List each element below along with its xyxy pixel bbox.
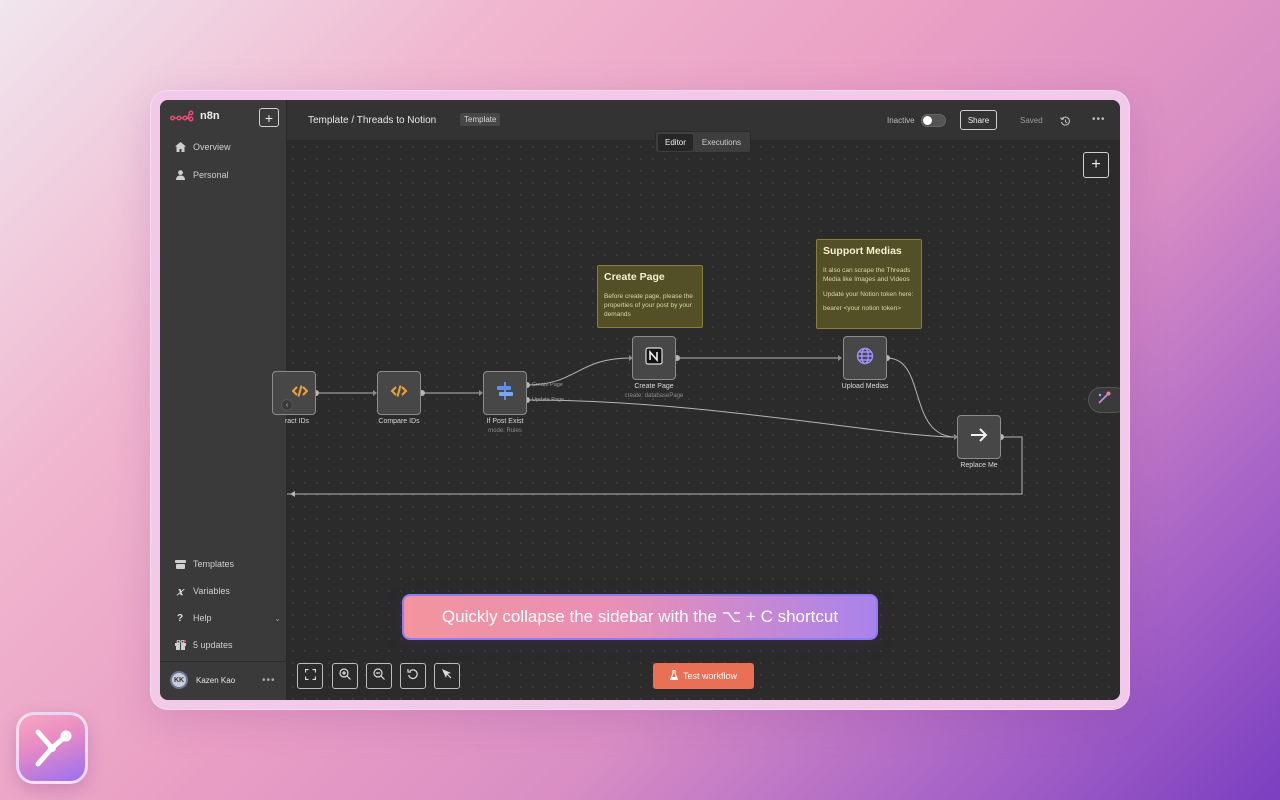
logo[interactable]: n8n xyxy=(170,110,220,122)
node-label: Compare IDs xyxy=(378,418,420,425)
add-node-button[interactable]: + xyxy=(1083,152,1109,178)
fit-view-icon xyxy=(304,667,316,685)
history-icon[interactable] xyxy=(1060,114,1071,132)
sidebar-item-templates[interactable]: Templates xyxy=(174,557,234,571)
connection-line xyxy=(526,357,632,386)
status-label: Inactive xyxy=(887,116,915,125)
gift-icon xyxy=(174,639,186,651)
node-label: Replace Me xyxy=(960,462,998,469)
templates-icon xyxy=(174,558,186,570)
zoom-out-icon xyxy=(373,667,385,685)
sticky-body: It also can scrape the Threads Media lik… xyxy=(823,267,915,314)
undo-icon xyxy=(407,667,419,685)
user-profile[interactable]: KK Kazen Kao xyxy=(170,671,235,689)
tidy-up-button[interactable] xyxy=(434,663,460,689)
sidebar-item-help[interactable]: ? Help ⌄ xyxy=(174,611,287,625)
sticky-text: bearer <your notion token> xyxy=(823,305,902,313)
sidebar-item-label: Templates xyxy=(193,559,235,569)
sidebar-item-personal[interactable]: Personal xyxy=(174,168,229,182)
sparkle-icon xyxy=(1097,391,1111,410)
arrowhead xyxy=(838,355,842,361)
sticky-title: Create Page xyxy=(604,271,665,283)
globe-icon xyxy=(856,347,874,370)
cursor-icon xyxy=(441,667,453,685)
connection-line xyxy=(526,399,957,438)
sticky-text: Update your Notion token here: xyxy=(823,290,914,298)
node-replace-me[interactable] xyxy=(957,415,1001,459)
connection-line xyxy=(886,357,957,438)
node-label: ract IDs xyxy=(284,418,310,425)
test-workflow-button[interactable]: Test workflow xyxy=(653,663,754,689)
ai-assistant-button[interactable] xyxy=(1088,387,1120,413)
node-compare-ids[interactable] xyxy=(377,371,421,415)
home-icon xyxy=(174,141,186,153)
sidebar-item-label: Personal xyxy=(193,170,229,180)
sidebar-item-variables[interactable]: 𝑥 Variables xyxy=(174,584,230,598)
sidebar-item-label: Overview xyxy=(193,142,231,152)
node-upload-medias[interactable] xyxy=(843,336,887,380)
sidebar-item-overview[interactable]: Overview xyxy=(174,140,231,154)
switch-icon xyxy=(496,381,514,405)
workflow-title[interactable]: Template / Threads to Notion xyxy=(308,115,436,126)
fit-view-button[interactable] xyxy=(297,663,323,689)
port-label: Create Page xyxy=(532,382,563,388)
node-subtitle: create: databasePage xyxy=(624,393,684,399)
node-if-post-exist[interactable] xyxy=(483,371,527,415)
share-button[interactable]: Share xyxy=(960,110,997,130)
zoom-in-icon xyxy=(339,667,351,685)
toggle-knob xyxy=(923,116,932,125)
user-icon xyxy=(174,169,186,181)
flask-icon xyxy=(669,669,679,682)
zoom-in-button[interactable] xyxy=(332,663,358,689)
arrow-right-icon xyxy=(970,427,988,448)
code-icon xyxy=(390,384,408,403)
user-name: Kazen Kao xyxy=(196,675,236,685)
connection-line xyxy=(287,436,1023,495)
sidebar: n8n + Overview Personal Templates 𝑥 Vari… xyxy=(160,100,287,700)
sidebar-item-updates[interactable]: 5 updates xyxy=(174,638,233,652)
zoom-out-button[interactable] xyxy=(366,663,392,689)
new-item-button[interactable]: + xyxy=(259,108,279,127)
sticky-title: Support Medias xyxy=(823,245,902,257)
more-icon[interactable]: ••• xyxy=(1092,114,1106,125)
template-badge: Template xyxy=(460,113,501,126)
tab-executions[interactable]: Executions xyxy=(695,134,748,151)
sticky-note-support-medias[interactable]: Support Medias It also can scrape the Th… xyxy=(816,239,922,329)
node-label: Create Page xyxy=(634,383,674,390)
sticky-text: It also can scrape the Threads Media lik… xyxy=(823,267,911,283)
notion-icon xyxy=(644,346,664,371)
more-icon[interactable]: ••• xyxy=(262,675,276,686)
collapse-sidebar-button[interactable]: ‹ xyxy=(281,399,293,411)
workflow-icon xyxy=(35,729,72,767)
sidebar-item-label: Help xyxy=(193,613,212,623)
saved-status: Saved xyxy=(1020,116,1043,125)
node-label: Upload Medias xyxy=(841,383,889,390)
sticky-note-create-page[interactable]: Create Page Before create page, please t… xyxy=(597,265,703,328)
tab-editor[interactable]: Editor xyxy=(658,133,693,151)
sidebar-item-label: 5 updates xyxy=(193,640,233,650)
help-icon: ? xyxy=(176,612,184,624)
test-workflow-label: Test workflow xyxy=(682,671,737,681)
arrowhead xyxy=(290,491,295,497)
reset-zoom-button[interactable] xyxy=(400,663,426,689)
active-toggle[interactable] xyxy=(921,114,946,127)
shortcut-tooltip: Quickly collapse the sidebar with the ⌥ … xyxy=(402,594,878,640)
chevron-down-icon: ⌄ xyxy=(274,613,281,623)
port-label: Update Page xyxy=(532,397,565,403)
sidebar-item-label: Variables xyxy=(193,586,230,596)
node-extract-ids[interactable] xyxy=(272,371,316,415)
app-icon xyxy=(16,712,88,784)
variables-icon: 𝑥 xyxy=(176,584,184,598)
view-tabs: Editor Executions xyxy=(655,131,752,153)
sticky-body: Before create page, please the propertie… xyxy=(604,293,693,318)
logo-text: n8n xyxy=(200,110,220,122)
n8n-logo-icon xyxy=(170,110,194,122)
divider xyxy=(160,661,287,662)
avatar: KK xyxy=(170,671,188,689)
node-label: If Post Exist xyxy=(486,418,524,425)
node-subtitle: mode: Rules xyxy=(488,428,522,434)
code-icon xyxy=(291,384,309,403)
node-create-page[interactable] xyxy=(632,336,676,380)
